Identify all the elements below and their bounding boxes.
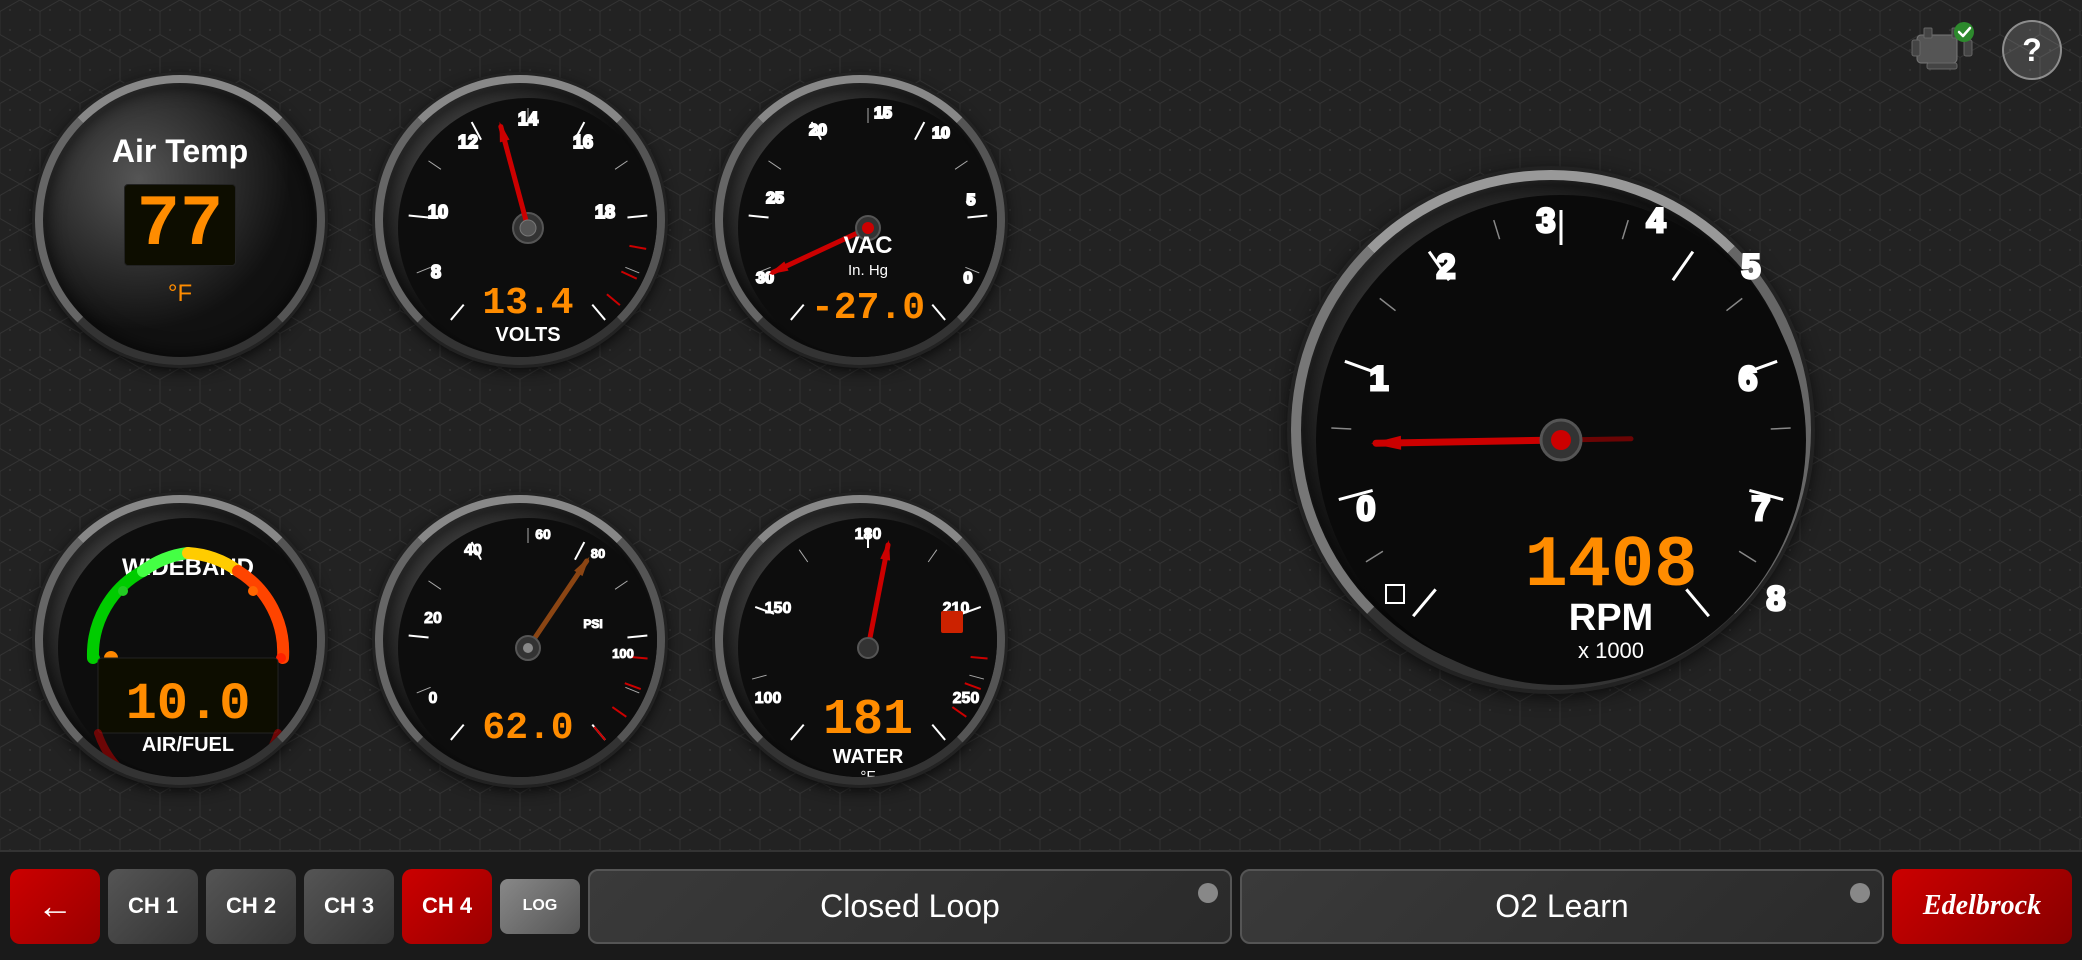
svg-text:RPM: RPM [1569, 597, 1653, 639]
svg-text:2: 2 [1437, 248, 1456, 286]
svg-text:60: 60 [535, 526, 551, 542]
o2-learn-indicator [1850, 883, 1870, 903]
svg-text:180: 180 [855, 526, 882, 543]
svg-text:WATER: WATER [833, 746, 904, 768]
svg-text:5: 5 [1742, 248, 1761, 286]
ch4-button[interactable]: CH 4 [402, 869, 492, 944]
svg-text:4: 4 [1647, 202, 1666, 240]
rpm-gauge: 0 1 2 3 4 5 6 7 8 [1040, 20, 2062, 840]
wideband-gauge: WIDEBAND [20, 440, 340, 840]
volts-svg: 8 10 12 14 16 18 [383, 83, 665, 365]
closed-loop-button[interactable]: Closed Loop [588, 869, 1232, 944]
svg-text:7: 7 [1752, 490, 1771, 528]
svg-text:8: 8 [1767, 580, 1786, 618]
svg-text:1: 1 [1370, 360, 1389, 398]
closed-loop-label: Closed Loop [820, 888, 1000, 925]
svg-text:VOLTS: VOLTS [495, 324, 560, 346]
ch2-label: CH 2 [226, 893, 276, 919]
ch2-button[interactable]: CH 2 [206, 869, 296, 944]
svg-text:18: 18 [595, 202, 615, 222]
closed-loop-indicator [1198, 883, 1218, 903]
edelbrock-button[interactable]: Edelbrock [1892, 869, 2072, 944]
ch1-label: CH 1 [128, 893, 178, 919]
svg-text:10: 10 [428, 202, 448, 222]
wideband-circle: WIDEBAND [35, 495, 325, 785]
air-temp-display: 77 [124, 184, 236, 266]
rpm-circle: 0 1 2 3 4 5 6 7 8 [1291, 170, 1811, 690]
engine-icon [1902, 20, 1982, 75]
svg-text:In. Hg: In. Hg [848, 262, 888, 279]
volts-circle: 8 10 12 14 16 18 [375, 75, 665, 365]
svg-text:1408: 1408 [1525, 525, 1698, 607]
svg-text:14: 14 [518, 109, 538, 129]
svg-text:20: 20 [424, 610, 442, 627]
bottom-bar: ← CH 1 CH 2 CH 3 CH 4 LOG Closed Loop O2… [0, 850, 2082, 960]
log-label: LOG [523, 897, 558, 914]
svg-text:16: 16 [573, 132, 593, 152]
water-gauge: 100 150 180 210 250 [700, 440, 1020, 840]
svg-text:13.4: 13.4 [482, 282, 573, 325]
engine-status-area [1902, 20, 1982, 75]
psi-svg: 0 20 40 60 80 PSI 100 [383, 503, 665, 785]
ch3-button[interactable]: CH 3 [304, 869, 394, 944]
air-temp-label: Air Temp [112, 133, 248, 170]
ch4-label: CH 4 [422, 893, 472, 919]
back-button[interactable]: ← [10, 869, 100, 944]
psi-circle: 0 20 40 60 80 PSI 100 [375, 495, 665, 785]
svg-text:-27.0: -27.0 [811, 287, 925, 330]
ch1-button[interactable]: CH 1 [108, 869, 198, 944]
back-icon: ← [37, 885, 73, 927]
main-container: Air Temp 77 °F [0, 0, 2082, 960]
svg-text:3: 3 [1537, 202, 1556, 240]
water-circle: 100 150 180 210 250 [715, 495, 1005, 785]
water-svg: 100 150 180 210 250 [723, 503, 1005, 785]
svg-text:AIR/FUEL: AIR/FUEL [142, 734, 234, 756]
help-button[interactable]: ? [2002, 20, 2062, 80]
psi-gauge: 0 20 40 60 80 PSI 100 [360, 440, 680, 840]
wideband-svg: WIDEBAND [43, 503, 325, 785]
rpm-svg: 0 1 2 3 4 5 6 7 8 [1301, 180, 1821, 700]
svg-text:6: 6 [1739, 360, 1758, 398]
svg-text:181: 181 [823, 692, 913, 749]
svg-text:25: 25 [766, 190, 784, 207]
log-button[interactable]: LOG [500, 879, 580, 934]
o2-learn-label: O2 Learn [1495, 888, 1628, 925]
edelbrock-label: Edelbrock [1923, 890, 2041, 922]
air-temp-unit: °F [168, 280, 192, 308]
svg-text:0: 0 [429, 690, 438, 707]
svg-text:40: 40 [464, 542, 482, 559]
svg-text:80: 80 [591, 546, 605, 561]
svg-text:VAC: VAC [844, 232, 893, 259]
help-icon: ? [2022, 32, 2042, 69]
svg-text:8: 8 [431, 262, 441, 282]
svg-text:10: 10 [932, 125, 950, 142]
volts-gauge: 8 10 12 14 16 18 [360, 20, 680, 420]
svg-text:62.0: 62.0 [482, 707, 573, 750]
vacuum-gauge: 30 25 20 15 10 5 0 [700, 20, 1020, 420]
svg-text:100: 100 [755, 690, 782, 707]
o2-learn-button[interactable]: O2 Learn [1240, 869, 1884, 944]
air-temp-circle: Air Temp 77 °F [35, 75, 325, 365]
gauges-area: Air Temp 77 °F [0, 0, 2082, 850]
air-temp-gauge: Air Temp 77 °F [20, 20, 340, 420]
svg-text:0: 0 [1357, 490, 1376, 528]
svg-text:12: 12 [458, 132, 478, 152]
svg-text:PSI: PSI [583, 617, 602, 631]
svg-text:10.0: 10.0 [126, 675, 251, 734]
svg-text:0: 0 [964, 270, 973, 287]
svg-text:5: 5 [967, 192, 976, 209]
svg-text:x 1000: x 1000 [1578, 638, 1644, 663]
vacuum-circle: 30 25 20 15 10 5 0 [715, 75, 1005, 365]
svg-text:20: 20 [809, 122, 827, 139]
svg-text:°F: °F [860, 768, 875, 785]
svg-text:150: 150 [765, 600, 792, 617]
ch3-label: CH 3 [324, 893, 374, 919]
svg-text:250: 250 [953, 690, 980, 707]
svg-text:15: 15 [874, 105, 892, 122]
air-temp-value: 77 [137, 189, 223, 261]
vacuum-svg: 30 25 20 15 10 5 0 [723, 83, 1005, 365]
svg-text:100: 100 [612, 646, 634, 661]
